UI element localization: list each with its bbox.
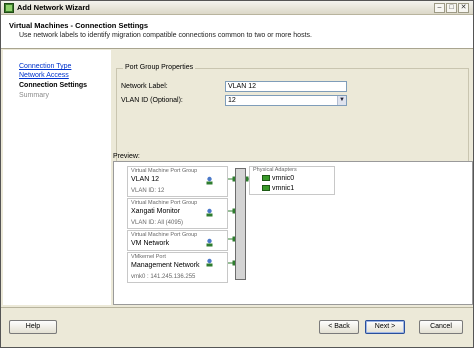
add-network-wizard-window: Add Network Wizard – □ ✕ Virtual Machine… (0, 0, 474, 348)
help-button[interactable]: Help (9, 320, 57, 334)
step-summary: Summary (19, 92, 49, 99)
physical-adapters-title: Physical Adapters (253, 167, 297, 173)
cancel-button[interactable]: Cancel (419, 320, 463, 334)
port-group-name: Management Network (131, 262, 200, 269)
port-group-type: Virtual Machine Port Group (131, 200, 198, 206)
vmkernel-address: vmk0 : 141.245.136.255 (131, 274, 196, 280)
vm-port-icon (206, 176, 213, 185)
step-network-access[interactable]: Network Access (19, 72, 69, 79)
port-group-name: VLAN 12 (131, 176, 160, 183)
port-group-vm-network[interactable]: Virtual Machine Port Group VM Network (127, 230, 228, 251)
port-group-type: Virtual Machine Port Group (131, 168, 198, 174)
port-group-type: VMkernel Port (131, 254, 166, 260)
next-button[interactable]: Next > (365, 320, 405, 334)
vmkernel-port-icon (206, 258, 213, 267)
step-connection-type[interactable]: Connection Type (19, 63, 71, 70)
step-connection-settings: Connection Settings (19, 82, 88, 89)
chevron-down-icon[interactable]: ▼ (337, 96, 346, 105)
vlan-id-select[interactable]: 12 ▼ (225, 95, 347, 106)
port-group-name: Xangati Monitor (131, 208, 181, 215)
back-button[interactable]: < Back (319, 320, 359, 334)
group-title: Port Group Properties (123, 64, 196, 71)
port-group-name: VM Network (131, 240, 170, 247)
minimize-button[interactable]: – (434, 3, 445, 13)
network-wizard-icon (4, 3, 14, 13)
port-group-xangati-monitor[interactable]: Virtual Machine Port Group Xangati Monit… (127, 198, 228, 229)
page-subtitle: Use network labels to identify migration… (19, 32, 312, 39)
vm-port-icon (206, 208, 213, 217)
vswitch-preview: Virtual Machine Port Group VLAN 12 VLAN … (113, 161, 473, 305)
maximize-button[interactable]: □ (446, 3, 457, 13)
port-group-vlan: VLAN ID: 12 (131, 188, 165, 194)
network-label-caption: Network Label: (121, 83, 168, 90)
adapter-name: vmnic0 (272, 175, 295, 182)
adapter-vmnic0[interactable]: vmnic0 (262, 175, 294, 182)
nic-icon (262, 175, 270, 182)
vm-port-icon (206, 238, 213, 247)
footer-divider (1, 307, 473, 308)
nic-icon (262, 185, 270, 192)
page-title: Virtual Machines - Connection Settings (9, 21, 149, 30)
vmkernel-port-management-network[interactable]: VMkernel Port Management Network vmk0 : … (127, 252, 228, 283)
vlan-id-caption: VLAN ID (Optional): (121, 97, 183, 104)
close-button[interactable]: ✕ (458, 3, 469, 13)
adapter-name: vmnic1 (272, 185, 295, 192)
port-group-type: Virtual Machine Port Group (131, 232, 198, 238)
port-group-vlan12[interactable]: Virtual Machine Port Group VLAN 12 VLAN … (127, 166, 228, 197)
network-label-input[interactable]: VLAN 12 (225, 81, 347, 92)
preview-caption: Preview: (113, 153, 140, 160)
vlan-id-value: 12 (228, 97, 236, 104)
title-bar[interactable]: Add Network Wizard – □ ✕ (1, 1, 473, 15)
wizard-header: Virtual Machines - Connection Settings U… (1, 15, 473, 49)
adapter-vmnic1[interactable]: vmnic1 (262, 185, 294, 192)
physical-adapters-box: Physical Adapters vmnic0 vmnic1 (249, 166, 335, 195)
vswitch-bus (235, 168, 246, 280)
port-group-vlan: VLAN ID: All (4095) (131, 220, 184, 226)
wizard-steps-nav: Connection Type Network Access Connectio… (3, 50, 111, 305)
window-title: Add Network Wizard (17, 3, 90, 12)
